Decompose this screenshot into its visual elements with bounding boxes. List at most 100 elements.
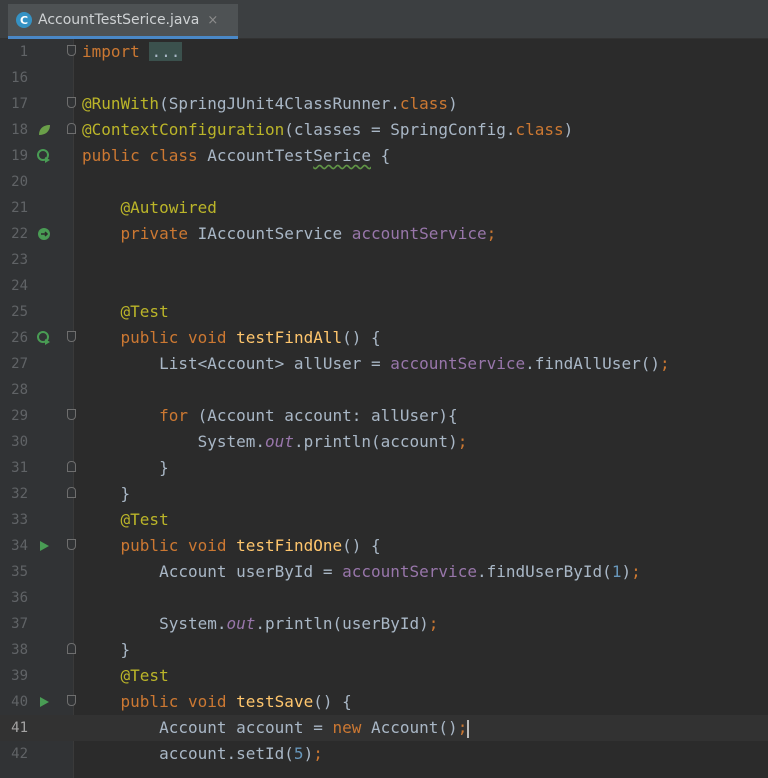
line-number: 35 [11,564,28,580]
field: accountService [342,562,477,581]
line-number: 27 [11,356,28,372]
fold-marker-icon[interactable] [67,97,76,108]
fold-marker-icon[interactable] [67,539,76,550]
code-editor[interactable]: 1 import ... 16 17 @RunWith(SpringJUnit4… [0,39,768,778]
code-line: 24 [0,273,768,299]
keyword: public void [120,328,227,347]
code-text: account.setId( [159,744,294,763]
keyword: public class [82,146,198,165]
code-line: 33 @Test [0,507,768,533]
code-line: 36 [0,585,768,611]
tab-title: AccountTestSerice.java [38,12,200,28]
code-text: } [120,640,131,659]
code-text: () { [342,536,381,555]
import-keyword: import [82,42,140,61]
run-test-icon[interactable] [37,695,51,709]
line-number: 29 [11,408,28,424]
line-number: 17 [11,96,28,112]
code-text: () { [313,692,352,711]
number-literal: 5 [293,744,304,763]
fold-marker-icon[interactable] [67,331,76,342]
keyword: for [159,406,188,425]
code-text: (SpringJUnit4ClassRunner. [159,94,400,113]
line-number: 37 [11,616,28,632]
tab-account-test-serice[interactable]: C AccountTestSerice.java × [8,4,238,39]
code-line: 22 private IAccountService accountServic… [0,221,768,247]
close-tab-icon[interactable]: × [207,13,218,28]
code-line: 37 System.out.println(userById); [0,611,768,637]
semicolon: ; [659,354,670,373]
code-text: ) [303,744,314,763]
folded-imports[interactable]: ... [149,42,183,61]
keyword: new [332,718,362,737]
code-text: System. [159,614,227,633]
semicolon: ; [486,224,497,243]
spring-bean-icon[interactable] [37,123,51,137]
semicolon: ; [428,614,439,633]
code-line: 40 public void testSave() { [0,689,768,715]
code-text: ) [563,120,574,139]
code-line: 18 @ContextConfiguration(classes = Sprin… [0,117,768,143]
fold-marker-icon[interactable] [67,123,76,134]
code-text: } [120,484,131,503]
fold-marker-icon[interactable] [67,695,76,706]
code-line: 32 } [0,481,768,507]
keyword: public void [120,536,227,555]
method-name: testFindAll [236,328,343,347]
code-line: 23 [0,247,768,273]
line-number: 18 [11,122,28,138]
code-text: Account userById = [159,562,343,581]
line-number: 41 [11,720,28,736]
code-line-current: 41 Account account = new Account(); [0,715,768,741]
static-field: out [265,432,294,451]
fold-marker-icon[interactable] [67,643,76,654]
code-text: ) [448,94,458,113]
line-number: 42 [11,746,28,762]
code-line: 21 @Autowired [0,195,768,221]
autowired-navigate-icon[interactable] [37,227,51,241]
field: accountService [390,354,526,373]
line-number: 24 [11,278,28,294]
code-line: 17 @RunWith(SpringJUnit4ClassRunner.clas… [0,91,768,117]
annotation: @Test [120,302,169,321]
editor-tab-bar: C AccountTestSerice.java × [0,0,768,39]
keyword: private [120,224,188,243]
annotation: @Test [120,510,169,529]
line-number: 26 [11,330,28,346]
fold-marker-icon[interactable] [67,461,76,472]
fold-marker-icon[interactable] [67,45,76,56]
line-number: 21 [11,200,28,216]
annotation: @Test [120,666,169,685]
run-tests-icon[interactable] [37,149,51,163]
code-line: 35 Account userById = accountService.fin… [0,559,768,585]
line-number: 30 [11,434,28,450]
line-number: 22 [11,226,28,242]
code-line: 26 public void testFindAll() { [0,325,768,351]
run-tests-icon[interactable] [37,331,51,345]
code-text: (classes = SpringConfig. [284,120,516,139]
fold-marker-icon[interactable] [67,487,76,498]
java-class-icon: C [16,12,32,28]
code-line: 28 [0,377,768,403]
text-caret [467,719,470,738]
method-name: testSave [236,692,314,711]
fold-marker-icon[interactable] [67,409,76,420]
code-text: List<Account> allUser = [159,354,391,373]
code-line: 16 [0,65,768,91]
line-number: 34 [11,538,28,554]
line-number: 19 [11,148,28,164]
typo-highlight: Serice [313,146,371,165]
code-line: 19 public class AccountTestSerice { [0,143,768,169]
line-number: 31 [11,460,28,476]
code-text: ) [621,562,632,581]
run-test-icon[interactable] [37,539,51,553]
line-number: 39 [11,668,28,684]
method-name: testFindOne [236,536,343,555]
line-number: 38 [11,642,28,658]
code-text: .println(account) [293,432,458,451]
field: accountService [351,224,487,243]
class-name: AccountTest [207,146,314,165]
keyword: class [515,120,564,139]
code-text: Account account = [159,718,333,737]
code-line: 25 @Test [0,299,768,325]
